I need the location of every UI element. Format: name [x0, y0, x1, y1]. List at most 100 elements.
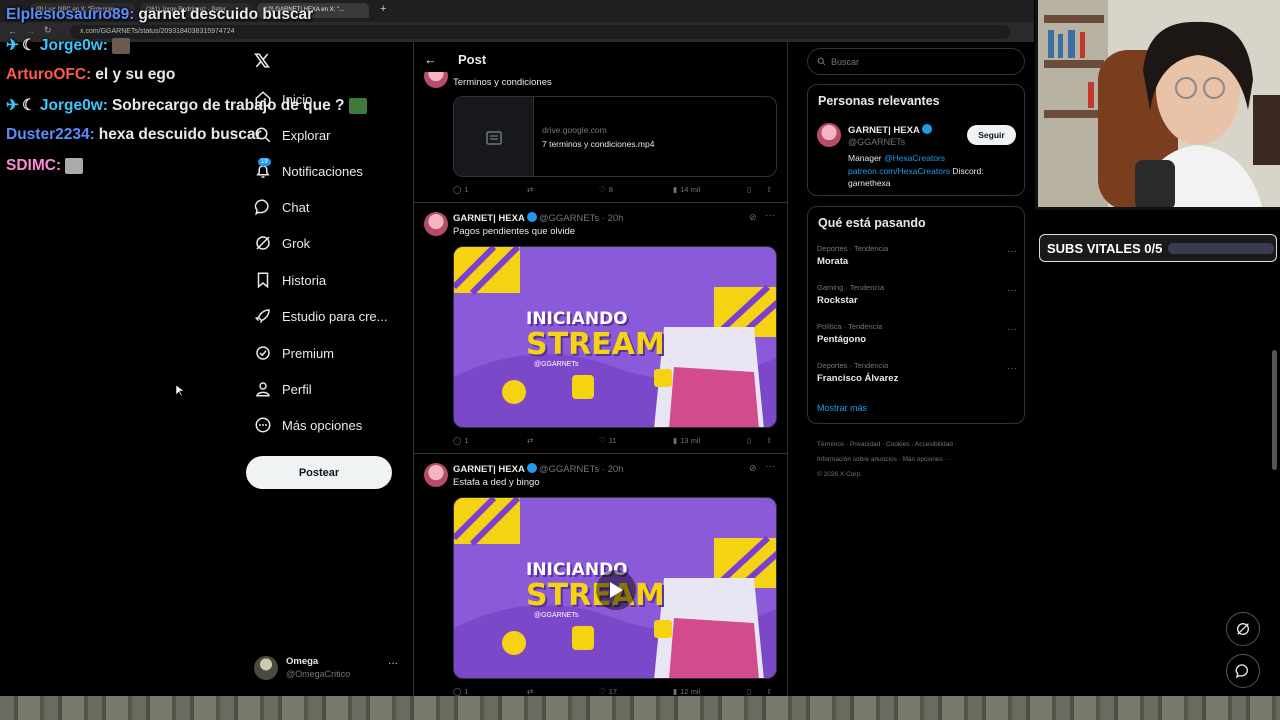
show-more-link[interactable]: Mostrar más — [817, 403, 867, 413]
more-icon[interactable]: ··· — [765, 461, 775, 472]
share-button[interactable]: ⇧ — [766, 185, 772, 194]
footer-line[interactable]: Información sobre anuncios · Más opcione… — [817, 452, 1027, 467]
bookmark-button[interactable]: ▯ — [747, 436, 751, 445]
x-logo-icon[interactable] — [253, 52, 271, 69]
trend-item[interactable]: Política · Tendencia Pentágono ··· — [817, 322, 1017, 345]
back-arrow-icon[interactable]: ← — [424, 52, 437, 67]
bio-link[interactable]: patreon.com/HexaCreators — [848, 166, 950, 176]
grok-icon[interactable]: ⊘ — [749, 212, 757, 223]
link-card[interactable]: drive.google.com 7 terminos y condicione… — [453, 96, 777, 177]
emote-icon — [348, 97, 367, 114]
nav-item-more[interactable]: Más opciones — [254, 410, 362, 440]
copyright: © 2026 X Corp. — [817, 471, 862, 478]
more-icon[interactable]: ··· — [1007, 324, 1017, 335]
like-button[interactable]: ♡ 11 — [599, 436, 617, 445]
avatar — [254, 656, 278, 680]
chat-message: Elplesiosaurio89: garnet descuido buscar — [6, 6, 313, 24]
scrollbar-thumb[interactable] — [1272, 350, 1277, 470]
profile-handle: @GGARNETs — [848, 137, 906, 147]
reload-icon[interactable]: ↻ — [44, 25, 52, 36]
nav-item-bookmarks[interactable]: Historia — [254, 265, 326, 295]
more-icon[interactable]: ··· — [1007, 246, 1017, 257]
chat-icon — [1235, 664, 1248, 679]
media-tag: @GGARNETs — [534, 361, 579, 368]
nav-label: Historia — [282, 272, 327, 288]
author-name: GARNET| HEXA — [453, 464, 525, 475]
views-button[interactable]: ▮ 13 mil — [673, 436, 700, 445]
bookmark-icon: ▯ — [747, 185, 752, 194]
avatar[interactable] — [424, 463, 448, 487]
follow-button[interactable]: Seguir — [967, 125, 1016, 145]
reply-icon: ◯ — [453, 436, 462, 445]
nav-item-explore[interactable]: Explorar — [254, 120, 330, 150]
search-placeholder: Buscar — [831, 56, 860, 67]
nav-label: Inicio — [282, 91, 313, 107]
reply-button[interactable]: ◯ 1 — [453, 436, 469, 445]
subs-goal-label: SUBS VITALES 0/5 — [1047, 240, 1163, 256]
views-button[interactable]: ▮ 12 mil — [673, 687, 700, 696]
avatar[interactable] — [424, 212, 448, 236]
grok-float-button[interactable] — [1226, 612, 1260, 646]
nav-item-profile[interactable]: Perfil — [254, 374, 312, 404]
repost-button[interactable]: ⇄ — [527, 687, 533, 696]
page-title: Post — [458, 52, 487, 67]
chat-text: hexa descuido buscar — [98, 126, 262, 143]
nav-item-notifications[interactable]: 19 Notificaciones — [254, 156, 363, 186]
more-icon: ··· — [388, 658, 398, 669]
repost-button[interactable]: ⇄ — [527, 185, 533, 194]
post-media-video[interactable]: INICIANDO STREAM @GGARNETs — [453, 497, 777, 679]
messages-float-button[interactable] — [1226, 654, 1260, 688]
grok-icon[interactable]: ⊘ — [749, 463, 757, 474]
bookmark-button[interactable]: ▯ — [747, 185, 751, 194]
trend-item[interactable]: Deportes · Tendencia Francisco Álvarez ··· — [817, 361, 1017, 384]
account-switcher[interactable]: Omega @OmegaCritico ··· — [254, 655, 400, 683]
nav-item-grok[interactable]: Grok — [254, 228, 310, 258]
share-button[interactable]: ⇧ — [766, 436, 772, 445]
repost-button[interactable]: ⇄ — [527, 436, 533, 445]
moon-badge-icon: ☾ — [22, 97, 36, 114]
search-input[interactable]: Buscar — [807, 48, 1025, 75]
subs-goal-widget: SUBS VITALES 0/5 — [1039, 234, 1277, 262]
nav-item-premium[interactable]: Premium — [254, 338, 334, 368]
nav-item-chat[interactable]: Chat — [254, 192, 309, 222]
trend-category: Gaming · Tendencia — [817, 283, 884, 292]
account-name: Omega — [286, 656, 319, 667]
webcam-feed-image — [1035, 0, 1280, 210]
bio-link[interactable]: @HexaCreators — [884, 153, 945, 163]
heart-icon: ♡ — [599, 436, 606, 445]
like-button[interactable]: ♡ 8 — [599, 185, 613, 194]
post-button[interactable]: Postear — [246, 456, 392, 489]
nav-item-home[interactable]: Inicio — [254, 84, 312, 114]
trend-item[interactable]: Gaming · Tendencia Rockstar ··· — [817, 283, 1017, 306]
bookmark-button[interactable]: ▯ — [747, 687, 751, 696]
premium-icon — [256, 346, 270, 360]
share-button[interactable]: ⇧ — [766, 687, 772, 696]
more-icon[interactable]: ··· — [1007, 285, 1017, 296]
profile-name[interactable]: GARNET| HEXA — [848, 124, 934, 136]
views-button[interactable]: ▮ 14 mil — [673, 185, 700, 194]
verified-badge-icon — [526, 463, 537, 473]
back-icon[interactable]: ← — [8, 26, 17, 36]
media-text: STREAM — [526, 327, 665, 362]
new-tab-button[interactable]: + — [380, 3, 386, 15]
play-icon[interactable] — [596, 570, 636, 610]
like-button[interactable]: ♡ 17 — [599, 687, 617, 696]
url-field[interactable]: x.com/GGARNETs/status/209318403831597472… — [70, 25, 1010, 39]
footer-line[interactable]: Términos · Privacidad · Cookies · Accesi… — [817, 437, 1027, 452]
reply-button[interactable]: ◯ 1 — [453, 185, 469, 194]
trend-item[interactable]: Deportes · Tendencia Morata ··· — [817, 244, 1017, 267]
card-title: Qué está pasando — [818, 216, 926, 230]
chat-message: SDIMC: — [6, 157, 84, 175]
forward-icon[interactable]: → — [26, 26, 35, 36]
post-media-image[interactable]: INICIANDO STREAM @GGARNETs — [453, 246, 777, 428]
more-icon[interactable]: ··· — [765, 210, 775, 221]
chat-username: ArturoOFC: — [6, 66, 92, 83]
reply-count: 1 — [464, 436, 469, 445]
author-name: GARNET| HEXA — [453, 213, 525, 224]
chart-icon: ▮ — [673, 185, 678, 194]
nav-item-creator-studio[interactable]: Estudio para cre... — [254, 301, 388, 331]
reply-button[interactable]: ◯ 1 — [453, 687, 469, 696]
view-count: 12 mil — [680, 687, 701, 696]
avatar[interactable] — [817, 123, 841, 147]
more-icon[interactable]: ··· — [1007, 363, 1017, 374]
